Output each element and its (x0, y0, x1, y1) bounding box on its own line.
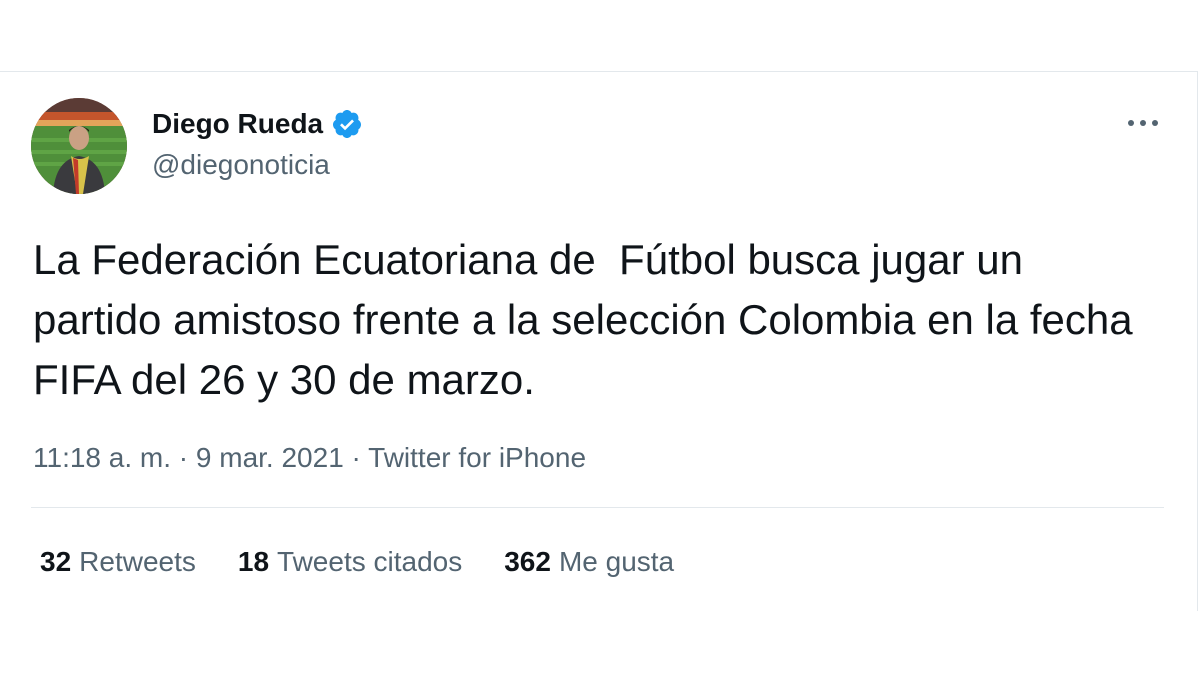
avatar[interactable] (31, 98, 127, 194)
verified-badge-icon (333, 110, 362, 138)
more-options-icon (1128, 120, 1158, 126)
quote-tweets-stat[interactable]: 18 Tweets citados (238, 544, 462, 580)
quote-tweets-label: Tweets citados (277, 546, 463, 577)
author-name-row: Diego Rueda (152, 108, 363, 140)
likes-label: Me gusta (558, 546, 675, 577)
retweets-count: 32 (40, 546, 72, 577)
author-handle[interactable]: @diegonoticia (152, 148, 330, 182)
tweet-timestamp[interactable]: 11:18 a. m. · 9 mar. 2021 · Twitter for … (33, 440, 586, 476)
divider (31, 507, 1164, 508)
more-options-button[interactable] (1123, 108, 1163, 138)
likes-count: 362 (504, 546, 551, 577)
retweets-label: Retweets (79, 546, 196, 577)
quote-tweets-count: 18 (237, 546, 270, 577)
tweet-text: La Federación Ecuatoriana de Fútbol busc… (33, 236, 1145, 403)
likes-stat[interactable]: 362 Me gusta (504, 544, 674, 580)
avatar-image (31, 98, 127, 194)
author-name[interactable]: Diego Rueda (152, 108, 323, 140)
engagement-stats: 32 Retweets 18 Tweets citados 362 Me gus… (40, 544, 674, 580)
tweet-card: Diego Rueda @diegonoticia La Federación … (0, 71, 1198, 611)
retweets-stat[interactable]: 32 Retweets (40, 544, 196, 580)
